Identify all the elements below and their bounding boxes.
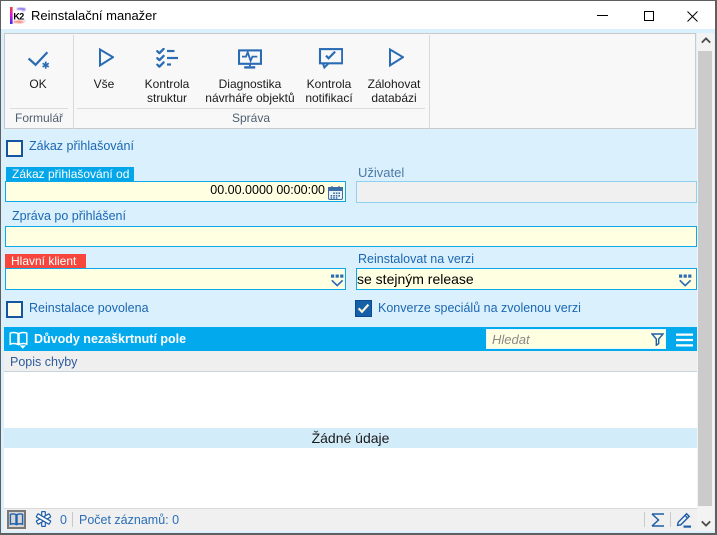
svg-text:K2: K2 <box>13 12 24 22</box>
